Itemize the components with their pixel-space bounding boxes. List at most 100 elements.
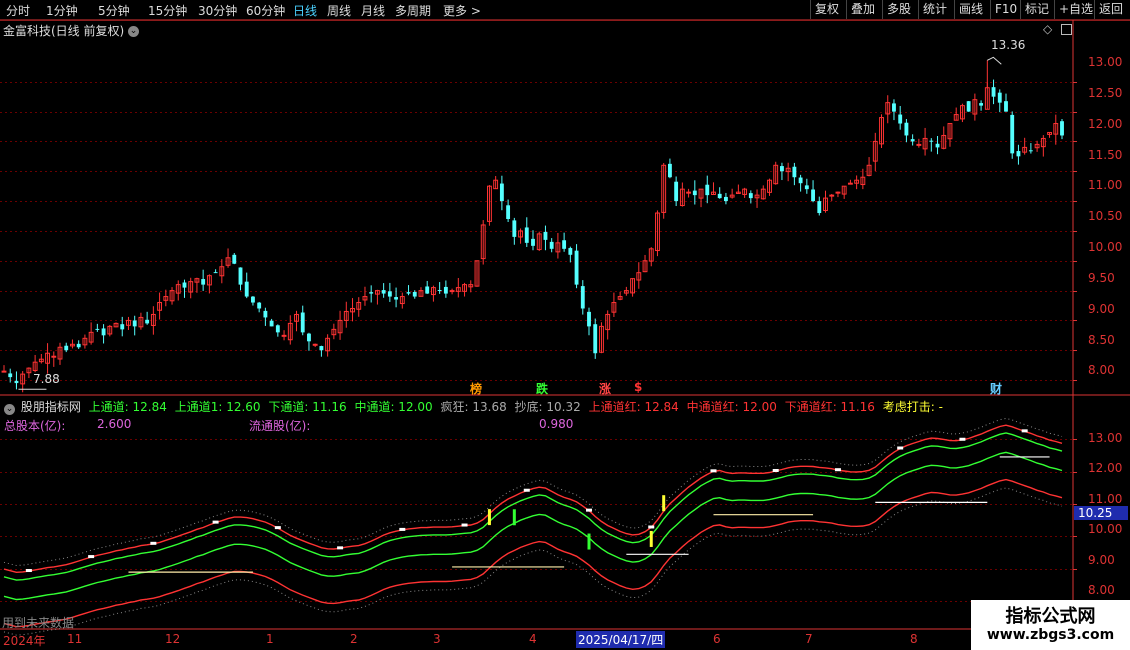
candle-body: [300, 312, 305, 333]
channel-upper1-green: [3, 432, 1063, 581]
candle-body: [101, 328, 106, 336]
candle-body: [835, 191, 841, 194]
indicator-legend: ⌄ 股朋指标网 上通道: 12.84 上通道1: 12.60 下通道: 11.1…: [4, 398, 947, 415]
signal-bar: [512, 509, 516, 526]
float-shares-value: 0.980: [539, 417, 574, 431]
channel-marker: [337, 546, 344, 550]
candle-body: [275, 325, 280, 333]
site-watermark: 指标公式网 www.zbgs3.com: [971, 600, 1130, 650]
signal-bar: [662, 495, 666, 512]
float-shares-label: 流通股(亿):: [249, 419, 311, 433]
channel-marker: [150, 541, 157, 545]
candle-body: [213, 272, 218, 274]
candle-body: [251, 296, 255, 303]
indicator-value: 下通道红: 11.16: [784, 400, 875, 414]
candle-body: [892, 103, 896, 112]
high-arrow: [987, 56, 1002, 65]
indicator-value: 上通道: 12.84: [88, 400, 167, 414]
candle-body: [686, 191, 692, 194]
candle-body: [587, 311, 591, 327]
candle-body: [804, 185, 809, 190]
diamond-icon[interactable]: ◇: [1043, 22, 1052, 36]
candle-body: [798, 177, 803, 184]
future-data-note: 用到未来数据: [2, 616, 75, 630]
candle-body: [1004, 101, 1008, 112]
candle-body: [394, 297, 399, 300]
channel-marker: [772, 468, 779, 472]
candle-body: [412, 291, 417, 297]
indicator-value: 上通道红: 12.84: [588, 400, 679, 414]
candle-body: [898, 114, 903, 124]
chevron-down-icon[interactable]: ⌄: [128, 26, 140, 37]
candle-body: [966, 101, 971, 112]
indicator-value: 下通道: 11.16: [268, 400, 347, 414]
candle-body: [512, 220, 517, 237]
candle-body: [269, 320, 274, 327]
low-price-label: 7.88: [33, 372, 60, 386]
candle-body: [95, 328, 100, 330]
candle-body: [916, 143, 922, 146]
candle-body: [568, 248, 573, 255]
channel-marker: [834, 468, 841, 472]
candle-body: [692, 190, 697, 196]
signal-label: 涨: [599, 382, 612, 396]
candle-body: [381, 290, 386, 294]
y-tick-indicator: 12.00: [1088, 461, 1123, 475]
channel-upper-red: [3, 424, 1063, 574]
signal-bar: [487, 509, 491, 526]
candle-body: [991, 87, 996, 97]
channel-marker: [586, 508, 593, 512]
y-tick-main: 11.00: [1088, 178, 1123, 192]
candle-body: [1060, 121, 1064, 136]
channel-marker: [959, 437, 966, 441]
candle-body: [549, 241, 554, 249]
candle-body: [232, 254, 237, 264]
y-tick-indicator: 8.00: [1088, 583, 1115, 597]
current-value-badge: 10.25: [1074, 506, 1128, 520]
y-tick-main: 10.50: [1088, 209, 1123, 223]
signal-label: $: [634, 380, 643, 394]
watermark-url: www.zbgs3.com: [986, 627, 1115, 643]
candle-body: [935, 143, 940, 148]
candle-body: [506, 205, 511, 219]
y-tick-main: 8.50: [1088, 333, 1115, 347]
candle-body: [847, 182, 853, 185]
candle-body: [499, 183, 504, 202]
y-tick-main: 12.50: [1088, 86, 1123, 100]
channel-marker: [399, 527, 406, 531]
candle-body: [1028, 150, 1033, 152]
stock-title-text: 金富科技(日线 前复权): [3, 24, 125, 38]
candle-body: [574, 250, 579, 285]
candle-body: [64, 345, 69, 351]
candle-body: [811, 189, 815, 202]
candle-body: [979, 103, 984, 106]
y-tick-indicator: 9.00: [1088, 553, 1115, 567]
total-shares-value: 2.600: [97, 417, 132, 431]
channel-marker: [710, 469, 717, 473]
panel-toggle-icon[interactable]: [1061, 24, 1072, 35]
indicator-value: 疯狂: 13.68: [440, 400, 507, 414]
candle-body: [997, 92, 1002, 103]
candle-body: [437, 289, 442, 291]
total-shares-label: 总股本(亿):: [4, 419, 66, 433]
y-tick-main: 9.50: [1088, 271, 1115, 285]
candle-body: [748, 193, 753, 199]
y-tick-indicator: 13.00: [1088, 431, 1123, 445]
indicator-value: 考虑打击: -: [882, 400, 943, 414]
collapse-icon[interactable]: ⌄: [4, 404, 15, 415]
chart-canvas[interactable]: [0, 0, 1130, 650]
x-axis-label: 1: [266, 632, 274, 646]
candle-body: [1010, 114, 1015, 154]
candle-body: [425, 286, 430, 294]
candle-body: [257, 302, 262, 309]
candle-body: [531, 238, 535, 246]
y-tick-main: 10.00: [1088, 240, 1123, 254]
y-tick-indicator: 11.00: [1088, 492, 1123, 506]
candle-body: [562, 240, 567, 249]
candle-body: [792, 166, 797, 178]
indicator-name[interactable]: 股朋指标网: [21, 400, 81, 414]
channel-marker: [88, 555, 95, 559]
candle-body: [51, 355, 57, 358]
candle-body: [1016, 151, 1021, 157]
signal-label: 跌: [536, 382, 549, 396]
